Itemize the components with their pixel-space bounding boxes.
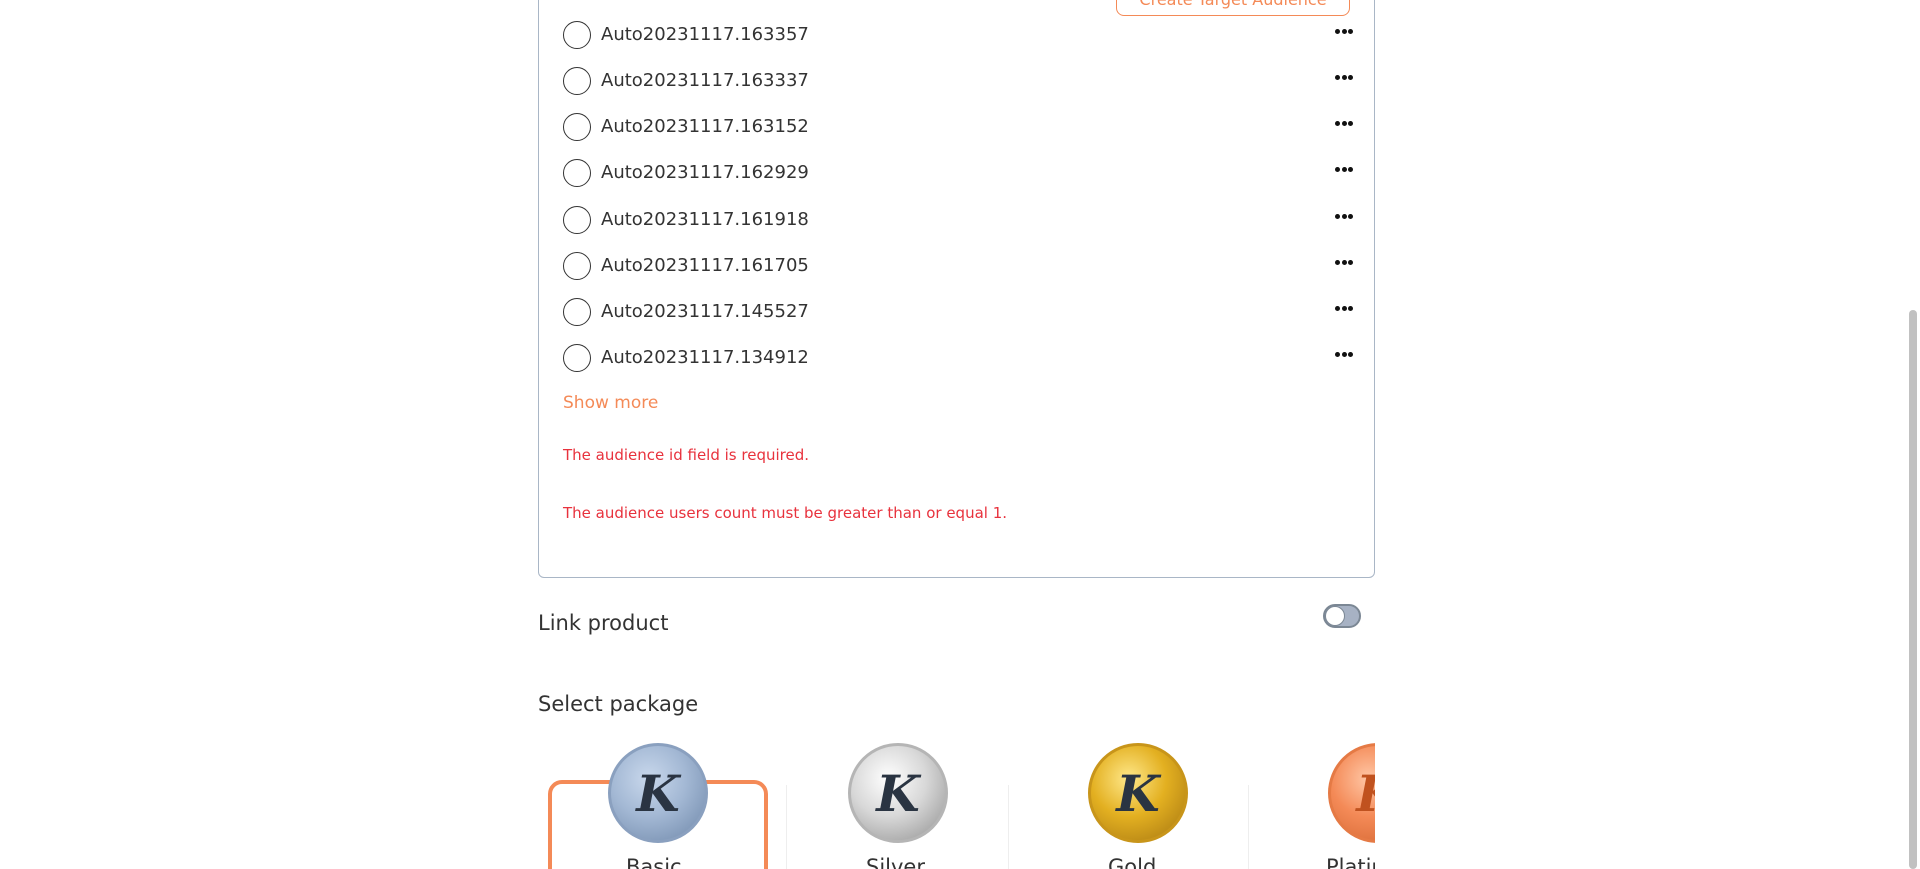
show-more-link[interactable]: Show more <box>563 393 658 413</box>
more-options-icon[interactable] <box>1335 352 1353 358</box>
select-package-title: Select package <box>538 692 699 716</box>
audience-radio[interactable] <box>563 298 591 326</box>
more-options-icon[interactable] <box>1335 121 1353 127</box>
audience-radio[interactable] <box>563 113 591 141</box>
audience-item[interactable]: Auto20231117.161705 <box>563 251 1353 281</box>
scrollbar-thumb[interactable] <box>1909 310 1917 869</box>
audience-item[interactable]: Auto20231117.161918 <box>563 205 1353 235</box>
more-options-icon[interactable] <box>1335 167 1353 173</box>
package-name: Platinum <box>1326 855 1375 869</box>
gold-coin-icon: K <box>1088 743 1188 843</box>
more-options-icon[interactable] <box>1335 75 1353 81</box>
audience-name: Auto20231117.145527 <box>601 301 809 322</box>
divider <box>1008 785 1009 869</box>
audience-name: Auto20231117.163357 <box>601 24 809 45</box>
audience-item[interactable]: Auto20231117.163357 <box>563 20 1353 50</box>
package-carousel: K Basic K Silver K Gold K Platinum <box>538 735 1375 869</box>
package-name: Basic <box>626 855 682 869</box>
audience-radio[interactable] <box>563 344 591 372</box>
link-product-toggle[interactable] <box>1323 604 1361 628</box>
toggle-knob <box>1325 606 1345 626</box>
audience-item[interactable]: Auto20231117.134912 <box>563 343 1353 373</box>
audience-item[interactable]: Auto20231117.145527 <box>563 297 1353 327</box>
package-name: Silver <box>866 855 925 869</box>
audience-item[interactable]: Auto20231117.162929 <box>563 158 1353 188</box>
audience-item[interactable]: Auto20231117.163337 <box>563 66 1353 96</box>
audience-radio[interactable] <box>563 206 591 234</box>
error-message: The audience id field is required. <box>563 446 809 464</box>
divider <box>786 785 787 869</box>
divider <box>1248 785 1249 869</box>
more-options-icon[interactable] <box>1335 306 1353 312</box>
audience-radio[interactable] <box>563 252 591 280</box>
audience-name: Auto20231117.161705 <box>601 255 809 276</box>
package-name: Gold <box>1108 855 1157 869</box>
more-options-icon[interactable] <box>1335 214 1353 220</box>
create-target-audience-button[interactable]: Create Target Audience <box>1116 0 1350 16</box>
audience-radio[interactable] <box>563 159 591 187</box>
audience-name: Auto20231117.134912 <box>601 347 809 368</box>
audience-name: Auto20231117.163152 <box>601 116 809 137</box>
audience-radio[interactable] <box>563 21 591 49</box>
silver-coin-icon: K <box>848 743 948 843</box>
error-message: The audience users count must be greater… <box>563 504 1008 522</box>
basic-coin-icon: K <box>608 743 708 843</box>
link-product-label: Link product <box>538 611 669 635</box>
audience-name: Auto20231117.162929 <box>601 162 809 183</box>
page-scrollbar[interactable] <box>1906 0 1920 869</box>
audience-name: Auto20231117.163337 <box>601 70 809 91</box>
audience-item[interactable]: Auto20231117.163152 <box>563 112 1353 142</box>
more-options-icon[interactable] <box>1335 260 1353 266</box>
audience-name: Auto20231117.161918 <box>601 209 809 230</box>
more-options-icon[interactable] <box>1335 29 1353 35</box>
audience-radio[interactable] <box>563 67 591 95</box>
